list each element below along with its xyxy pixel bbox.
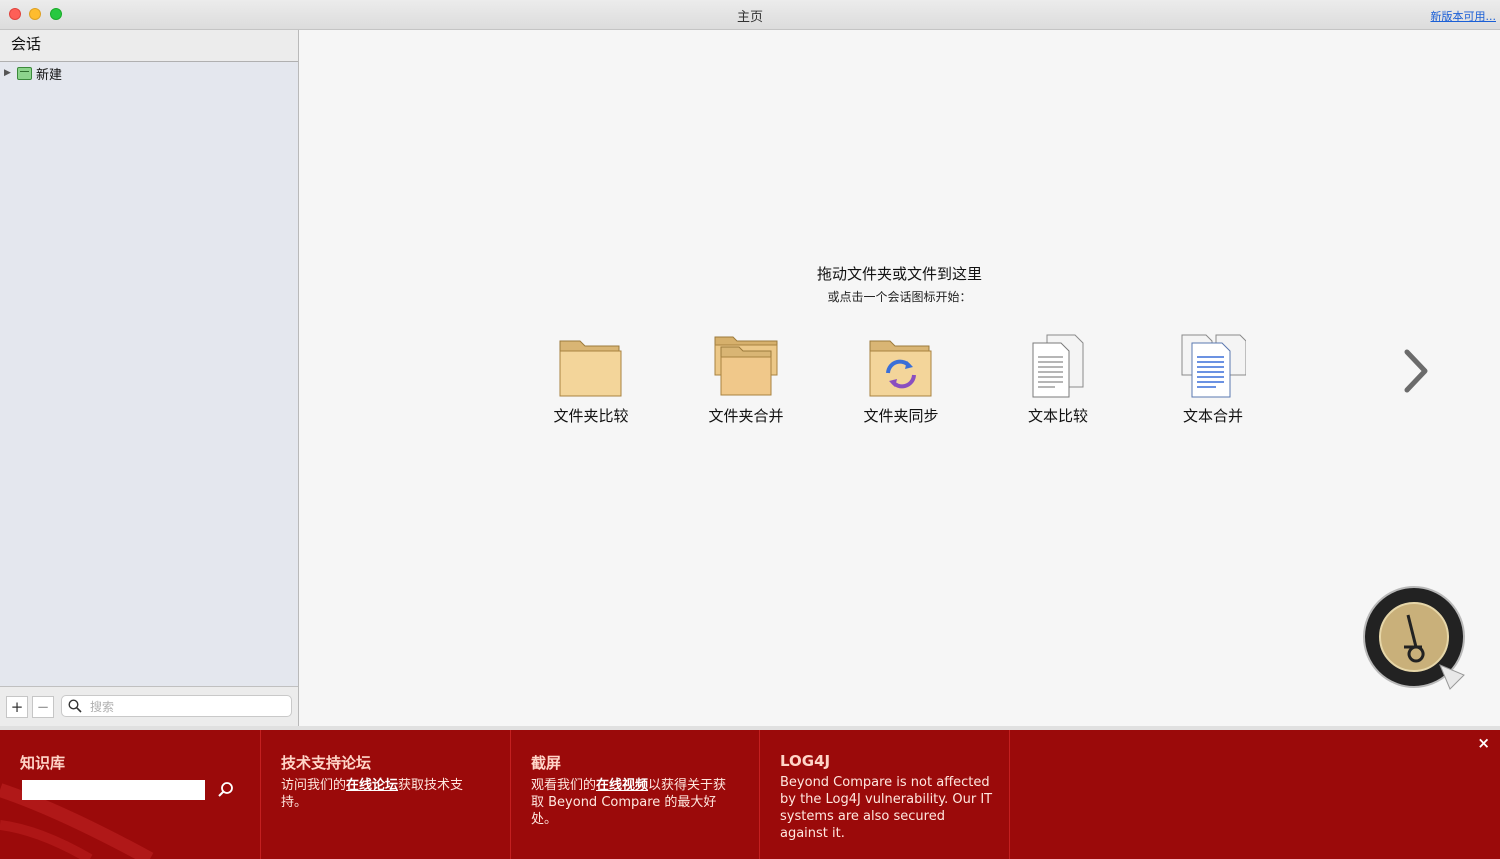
folder-sync-button[interactable]: 文件夹同步 [836,333,966,433]
support-forum-title: 技术支持论坛 [281,754,372,772]
online-forum-link[interactable]: 在线论坛 [346,778,398,793]
log4j-title: LOG4J [780,752,831,770]
session-label: 文件夹合并 [708,407,784,425]
folder-merge-button[interactable]: 文件夹合并 [681,333,811,433]
screencasts-text: 观看我们的在线视频以获得关于获取 Beyond Compare 的最大好处。 [531,777,731,828]
knowledge-base-search-input[interactable] [22,780,205,800]
session-folder-icon [17,66,32,80]
session-label: 文本比较 [1027,407,1088,425]
info-footer: 知识库 技术支持论坛 访问我们的在线论坛获取技术支持。 截屏 观看我们的在线视频… [0,730,1500,859]
search-icon[interactable] [217,781,235,799]
text-compare-button[interactable]: 文本比较 [993,333,1123,433]
session-search-box[interactable] [61,695,292,717]
online-video-link[interactable]: 在线视频 [596,778,648,793]
log4j-text: Beyond Compare is not affected by the Lo… [780,775,993,841]
session-label: 文件夹同步 [863,407,939,425]
folder-compare-button[interactable]: 文件夹比较 [526,333,656,433]
drop-hint-subtitle: 或点击一个会话图标开始： [827,290,972,304]
chevron-right-icon[interactable] [1399,348,1433,394]
search-icon [68,699,82,713]
support-forum-panel: 技术支持论坛 访问我们的在线论坛获取技术支持。 [261,730,511,859]
update-available-link[interactable]: 新版本可用... [1431,8,1497,24]
drop-hint-title: 拖动文件夹或文件到这里 [816,265,982,283]
screencasts-text-pre: 观看我们的 [531,778,597,793]
knowledge-base-title: 知识库 [20,754,66,772]
add-session-button[interactable]: + [6,696,28,718]
text-compare-icon [1032,334,1084,398]
search-input[interactable] [88,697,287,717]
log4j-panel: LOG4J Beyond Compare is not affected by … [760,730,1010,859]
remove-session-button[interactable]: − [32,696,54,718]
text-merge-button[interactable]: 文本合并 [1148,333,1278,433]
sidebar-footer: + − [0,686,298,726]
text-merge-icon [1181,334,1246,398]
tree-item-new[interactable]: ▶ 新建 [4,64,63,83]
session-label: 文本合并 [1182,407,1243,425]
knowledge-base-panel: 知识库 [0,730,261,859]
folder-sync-icon [869,340,932,397]
folder-merge-icon [714,336,778,396]
sidebar-header: 会话 [0,30,298,62]
support-forum-text: 访问我们的在线论坛获取技术支持。 [281,777,481,811]
disclosure-triangle-icon[interactable]: ▶ [4,68,17,78]
window-title: 主页 [736,10,763,25]
screencasts-panel: 截屏 观看我们的在线视频以获得关于获取 Beyond Compare 的最大好处… [511,730,760,859]
quality-seal-logo [1363,586,1465,690]
forum-text-pre: 访问我们的 [281,778,347,793]
home-panel: 拖动文件夹或文件到这里 或点击一个会话图标开始： 文件夹比较 文件夹合并 文件夹… [299,30,1500,726]
sessions-sidebar: 会话 ▶ 新建 + − [0,30,299,726]
screencasts-title: 截屏 [531,754,562,772]
folder-icon [559,340,622,397]
title-bar: 主页 新版本可用... [0,0,1500,30]
close-footer-button[interactable]: × [1477,734,1490,752]
tree-item-label: 新建 [36,67,63,83]
session-label: 文件夹比较 [553,407,629,425]
